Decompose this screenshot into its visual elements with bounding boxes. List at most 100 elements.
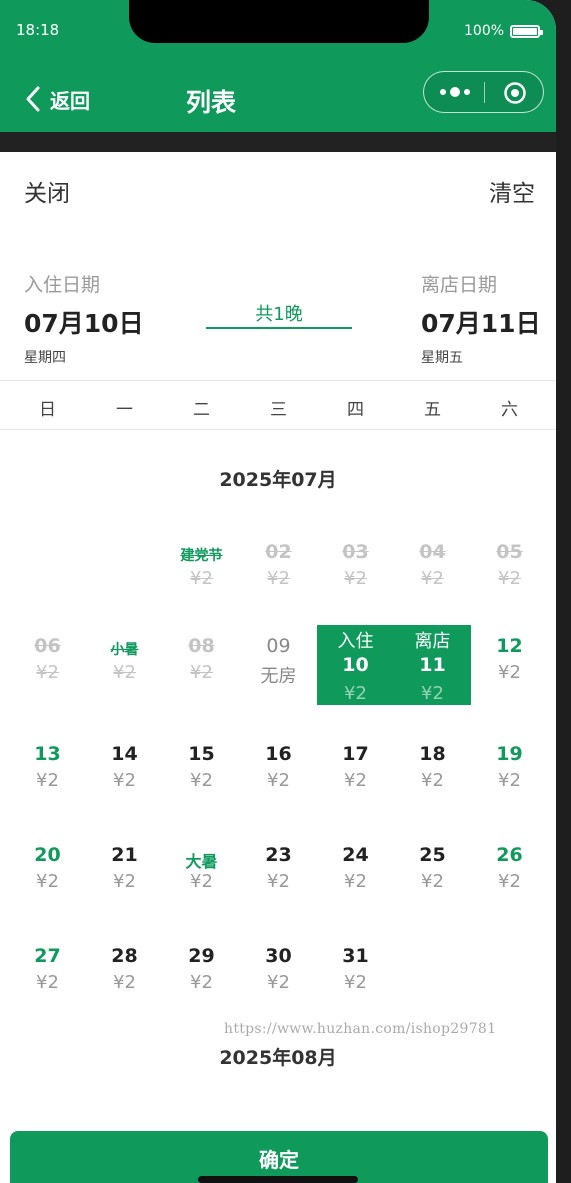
calendar-day[interactable]: 建党节 ¥2 bbox=[163, 531, 240, 611]
day-number: 19 bbox=[496, 743, 523, 765]
nights-count: 共1晚 bbox=[255, 304, 303, 325]
checkin-day-cell[interactable]: 入住 10 ¥2 bbox=[317, 625, 394, 705]
calendar-day[interactable]: 大暑 ¥2 bbox=[163, 834, 240, 914]
day-price: ¥2 bbox=[344, 972, 367, 993]
day-price: 无房 bbox=[260, 666, 297, 687]
day-price: ¥2 bbox=[267, 770, 290, 791]
capsule-divider bbox=[484, 82, 485, 103]
calendar-day[interactable]: 小暑 ¥2 bbox=[86, 625, 163, 705]
day-price: ¥2 bbox=[36, 662, 59, 683]
calendar-day[interactable]: 03 ¥2 bbox=[317, 531, 394, 611]
calendar-day[interactable]: 19 ¥2 bbox=[471, 733, 548, 813]
day-number: 04 bbox=[419, 541, 446, 563]
date-summary: 入住日期 07月10日 星期四 共1晚 离店日期 07月11日 星期五 bbox=[0, 262, 556, 380]
calendar-day[interactable]: 02 ¥2 bbox=[240, 531, 317, 611]
day-number: 小暑 bbox=[110, 642, 139, 658]
day-price: ¥2 bbox=[113, 972, 136, 993]
day-price: ¥2 bbox=[36, 871, 59, 892]
calendar-day[interactable]: 08 ¥2 bbox=[163, 625, 240, 705]
calendar-day[interactable]: 06 ¥2 bbox=[9, 625, 86, 705]
day-number: 08 bbox=[188, 635, 215, 657]
clear-button[interactable]: 清空 bbox=[489, 174, 535, 208]
calendar-day[interactable]: 25 ¥2 bbox=[394, 834, 471, 914]
day-price: ¥2 bbox=[267, 972, 290, 993]
calendar-day[interactable]: 21 ¥2 bbox=[86, 834, 163, 914]
day-tag: 离店 bbox=[414, 631, 451, 652]
weekday-tue: 二 bbox=[193, 400, 210, 420]
day-number: 10 bbox=[342, 654, 369, 676]
calendar-day[interactable]: 23 ¥2 bbox=[240, 834, 317, 914]
day-price: ¥2 bbox=[113, 662, 136, 683]
calendar-day[interactable]: 17 ¥2 bbox=[317, 733, 394, 813]
day-price: ¥2 bbox=[421, 871, 444, 892]
camera-notch bbox=[129, 0, 429, 43]
day-number: 06 bbox=[34, 635, 61, 657]
day-number: 28 bbox=[111, 945, 138, 967]
close-button[interactable]: 关闭 bbox=[24, 174, 70, 208]
calendar-day[interactable]: 16 ¥2 bbox=[240, 733, 317, 813]
app-header: 18:18 100% 返回 列表 bbox=[0, 0, 556, 132]
calendar-day[interactable]: 27 ¥2 bbox=[9, 935, 86, 1015]
day-number: 24 bbox=[342, 844, 369, 866]
checkin-weekday: 星期四 bbox=[24, 350, 66, 366]
more-icon[interactable] bbox=[438, 82, 472, 102]
weekday-fri: 五 bbox=[424, 400, 441, 420]
page-title: 列表 bbox=[186, 88, 237, 117]
phone-screen: 18:18 100% 返回 列表 关闭 清空 入住日期 07月10日 星期四 共… bbox=[0, 0, 556, 1183]
calendar-day[interactable]: 29 ¥2 bbox=[163, 935, 240, 1015]
calendar-day[interactable]: 14 ¥2 bbox=[86, 733, 163, 813]
miniprogram-capsule bbox=[423, 71, 544, 113]
day-price: ¥2 bbox=[344, 770, 367, 791]
day-price: ¥2 bbox=[498, 871, 521, 892]
day-number: 13 bbox=[34, 743, 61, 765]
day-price: ¥2 bbox=[421, 568, 444, 589]
calendar-day[interactable]: 18 ¥2 bbox=[394, 733, 471, 813]
calendar-day[interactable]: 09 无房 bbox=[240, 625, 317, 705]
calendar-day[interactable]: 30 ¥2 bbox=[240, 935, 317, 1015]
day-number: 26 bbox=[496, 844, 523, 866]
watermark-text: https://www.huzhan.com/ishop29781 bbox=[224, 1021, 497, 1037]
calendar-day[interactable]: 12 ¥2 bbox=[471, 625, 548, 705]
calendar-day[interactable]: 15 ¥2 bbox=[163, 733, 240, 813]
weekday-sat: 六 bbox=[501, 400, 518, 420]
chevron-left-icon bbox=[26, 86, 40, 112]
day-number: 31 bbox=[342, 945, 369, 967]
day-price: ¥2 bbox=[113, 770, 136, 791]
calendar-day[interactable]: 28 ¥2 bbox=[86, 935, 163, 1015]
day-price: ¥2 bbox=[267, 568, 290, 589]
calendar-day[interactable]: 04 ¥2 bbox=[394, 531, 471, 611]
day-number: 12 bbox=[496, 635, 523, 657]
day-number: 11 bbox=[419, 654, 446, 676]
day-price: ¥2 bbox=[190, 871, 213, 892]
day-number: 09 bbox=[266, 635, 291, 657]
calendar-day[interactable]: 31 ¥2 bbox=[317, 935, 394, 1015]
day-price: ¥2 bbox=[344, 683, 367, 704]
calendar-day[interactable]: 13 ¥2 bbox=[9, 733, 86, 813]
next-month-title: 2025年08月 bbox=[219, 1047, 337, 1069]
close-miniprogram-icon[interactable] bbox=[503, 81, 527, 105]
day-price: ¥2 bbox=[267, 871, 290, 892]
day-number: 16 bbox=[265, 743, 292, 765]
header-shadow-bar bbox=[0, 132, 556, 152]
day-number: 21 bbox=[111, 844, 138, 866]
calendar-day[interactable]: 24 ¥2 bbox=[317, 834, 394, 914]
day-price: ¥2 bbox=[190, 770, 213, 791]
checkout-weekday: 星期五 bbox=[421, 350, 463, 366]
day-number: 20 bbox=[34, 844, 61, 866]
calendar-actions: 关闭 清空 bbox=[0, 152, 556, 232]
battery-percent: 100% bbox=[464, 23, 505, 39]
calendar-day[interactable]: 05 ¥2 bbox=[471, 531, 548, 611]
back-label: 返回 bbox=[50, 88, 90, 113]
calendar-day[interactable]: 26 ¥2 bbox=[471, 834, 548, 914]
day-price: ¥2 bbox=[498, 662, 521, 683]
day-number: 大暑 bbox=[185, 852, 218, 871]
day-price: ¥2 bbox=[190, 972, 213, 993]
day-number: 30 bbox=[265, 945, 292, 967]
day-price: ¥2 bbox=[344, 871, 367, 892]
calendar-day[interactable]: 20 ¥2 bbox=[9, 834, 86, 914]
weekday-sun: 日 bbox=[39, 400, 56, 420]
weekday-wed: 三 bbox=[270, 400, 287, 420]
day-tag: 入住 bbox=[337, 631, 374, 652]
back-button[interactable]: 返回 bbox=[24, 83, 90, 115]
checkout-day-cell[interactable]: 离店 11 ¥2 bbox=[394, 625, 471, 705]
